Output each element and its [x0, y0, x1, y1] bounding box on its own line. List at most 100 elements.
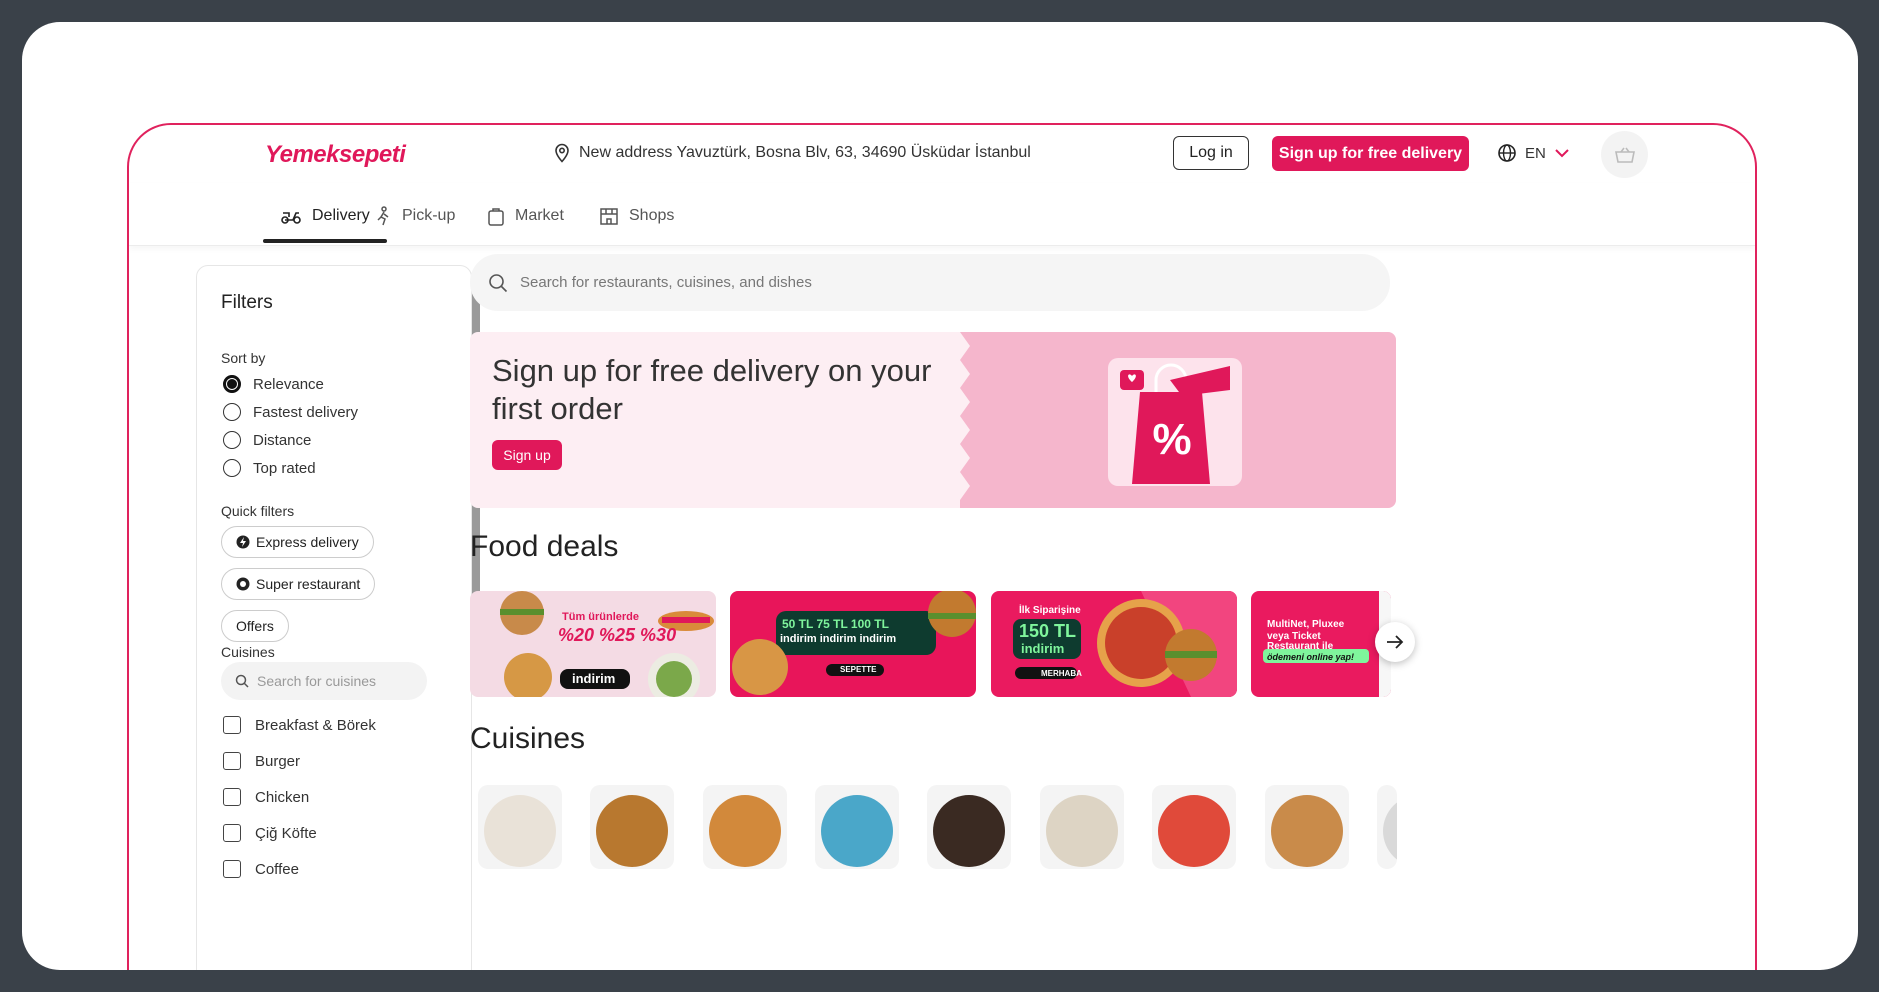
arrow-right-icon	[1387, 635, 1404, 649]
filters-sidebar: Filters Sort by Relevance Fastest delive…	[196, 265, 472, 970]
cuisine-tile[interactable]	[1265, 785, 1349, 869]
cuisine-label: Breakfast & Börek	[255, 716, 376, 734]
deal-text: %20 %25 %30	[558, 625, 677, 645]
search-placeholder: Search for restaurants, cuisines, and di…	[520, 274, 812, 291]
svg-text:%: %	[1152, 415, 1191, 464]
screenshot-card: Yemeksepeti New address Yavuztürk, Bosna…	[22, 22, 1858, 970]
promo-illustration: %	[960, 332, 1242, 508]
globe-icon	[1498, 144, 1516, 162]
checkbox[interactable]	[223, 716, 241, 734]
cuisine-search-input[interactable]: Search for cuisines	[221, 662, 427, 700]
deal-text: Tüm ürünlerde	[562, 611, 640, 623]
deal-card[interactable]: İlk Siparişine 150 TL indirim MERHABA	[991, 591, 1237, 697]
cuisine-label: Çiğ Köfte	[255, 824, 317, 842]
checkbox[interactable]	[223, 824, 241, 842]
tab-label: Shops	[629, 207, 675, 224]
tab-shops[interactable]: Shops	[599, 195, 674, 237]
search-icon	[235, 674, 249, 688]
express-delivery-chip[interactable]: Express delivery	[221, 526, 374, 558]
checkbox[interactable]	[223, 752, 241, 770]
deal-text: İlk Siparişine	[1019, 605, 1081, 616]
deal-text: 50 TL 75 TL 100 TL	[782, 617, 889, 631]
checkbox[interactable]	[223, 860, 241, 878]
tab-delivery[interactable]: Delivery	[280, 195, 370, 237]
cuisine-coffee[interactable]: Coffee	[223, 860, 299, 878]
cuisine-tile[interactable]	[927, 785, 1011, 869]
badge-icon	[236, 577, 250, 591]
cuisine-tile[interactable]	[1040, 785, 1124, 869]
scooter-icon	[281, 212, 301, 224]
deals-next-button[interactable]	[1375, 622, 1415, 662]
deal-text: ödemeni online yap!	[1267, 652, 1355, 662]
walking-icon	[377, 206, 389, 226]
radio[interactable]	[223, 403, 241, 421]
food-deals-title: Food deals	[470, 530, 619, 563]
deal-text: indirim	[1021, 641, 1065, 656]
login-button[interactable]: Log in	[1173, 136, 1249, 170]
cuisine-tile[interactable]	[815, 785, 899, 869]
restaurant-search-input[interactable]: Search for restaurants, cuisines, and di…	[470, 254, 1390, 311]
address-text: New address Yavuztürk, Bosna Blv, 63, 34…	[579, 144, 1031, 161]
delivery-address[interactable]: New address Yavuztürk, Bosna Blv, 63, 34…	[553, 143, 1031, 163]
cuisine-tile[interactable]	[590, 785, 674, 869]
super-restaurant-chip[interactable]: Super restaurant	[221, 568, 376, 600]
language-label: EN	[1525, 144, 1546, 162]
chip-label: Express delivery	[256, 534, 359, 550]
sort-option-relevance[interactable]: Relevance	[223, 375, 324, 393]
tab-label: Delivery	[312, 207, 370, 224]
deal-text: MultiNet, Pluxee	[1267, 619, 1345, 630]
browser-window: Yemeksepeti New address Yavuztürk, Bosna…	[127, 123, 1757, 970]
cuisine-tile[interactable]	[1152, 785, 1236, 869]
banner-artwork: %	[960, 332, 1396, 508]
cuisine-tile[interactable]	[1377, 785, 1397, 869]
cuisine-breakfast[interactable]: Breakfast & Börek	[223, 716, 376, 734]
quick-filters-label: Quick filters	[221, 503, 295, 519]
cuisines-title: Cuisines	[470, 722, 586, 755]
lightning-icon	[236, 535, 250, 549]
radio-selected[interactable]	[223, 375, 241, 393]
cuisine-tile[interactable]	[703, 785, 787, 869]
deal-text: 150 TL	[1019, 621, 1077, 641]
radio[interactable]	[223, 431, 241, 449]
cuisine-burger[interactable]: Burger	[223, 752, 300, 770]
deal-card[interactable]: Tüm ürünlerde %20 %25 %30 indirim	[470, 591, 716, 697]
signup-button[interactable]: Sign up for free delivery	[1272, 136, 1469, 171]
sort-option-top-rated[interactable]: Top rated	[223, 459, 316, 477]
cuisine-search-placeholder: Search for cuisines	[257, 673, 377, 689]
banner-title: Sign up for free delivery on your first …	[492, 353, 932, 426]
search-icon	[489, 273, 508, 292]
cuisine-label: Burger	[255, 752, 301, 770]
language-selector[interactable]: EN	[1497, 143, 1570, 163]
chip-label: Super restaurant	[256, 576, 361, 592]
store-icon	[600, 208, 618, 225]
logo[interactable]: Yemeksepeti	[265, 141, 406, 169]
filters-title: Filters	[221, 292, 273, 313]
location-pin-icon	[555, 143, 569, 163]
chevron-down-icon	[1555, 149, 1569, 158]
deal-card[interactable]: MultiNet, Pluxee veya Ticket Restaurant …	[1251, 591, 1391, 697]
sort-option-label: Relevance	[253, 375, 324, 393]
sort-option-distance[interactable]: Distance	[223, 431, 311, 449]
active-tab-indicator	[263, 239, 387, 243]
radio[interactable]	[223, 459, 241, 477]
basket-icon	[1614, 147, 1635, 163]
sort-option-label: Top rated	[253, 459, 316, 477]
cuisine-cig-kofte[interactable]: Çiğ Köfte	[223, 824, 317, 842]
sort-option-fastest[interactable]: Fastest delivery	[223, 403, 358, 421]
offers-chip[interactable]: Offers	[221, 610, 289, 642]
cart-button[interactable]	[1601, 131, 1648, 178]
cuisine-label: Coffee	[255, 860, 299, 878]
tab-market[interactable]: Market	[487, 195, 564, 237]
deal-text: SEPETTE	[840, 665, 877, 674]
cuisine-tile[interactable]	[478, 785, 562, 869]
sort-by-label: Sort by	[221, 350, 266, 366]
bag-icon	[488, 208, 504, 226]
deal-text: Restaurant ile	[1267, 641, 1334, 652]
deal-text: indirim indirim indirim	[780, 633, 897, 645]
tab-label: Market	[515, 207, 564, 224]
cuisine-chicken[interactable]: Chicken	[223, 788, 309, 806]
tab-pickup[interactable]: Pick-up	[374, 195, 455, 237]
banner-signup-button[interactable]: Sign up	[492, 440, 562, 470]
checkbox[interactable]	[223, 788, 241, 806]
deal-card[interactable]: 50 TL 75 TL 100 TL indirim indirim indir…	[730, 591, 976, 697]
